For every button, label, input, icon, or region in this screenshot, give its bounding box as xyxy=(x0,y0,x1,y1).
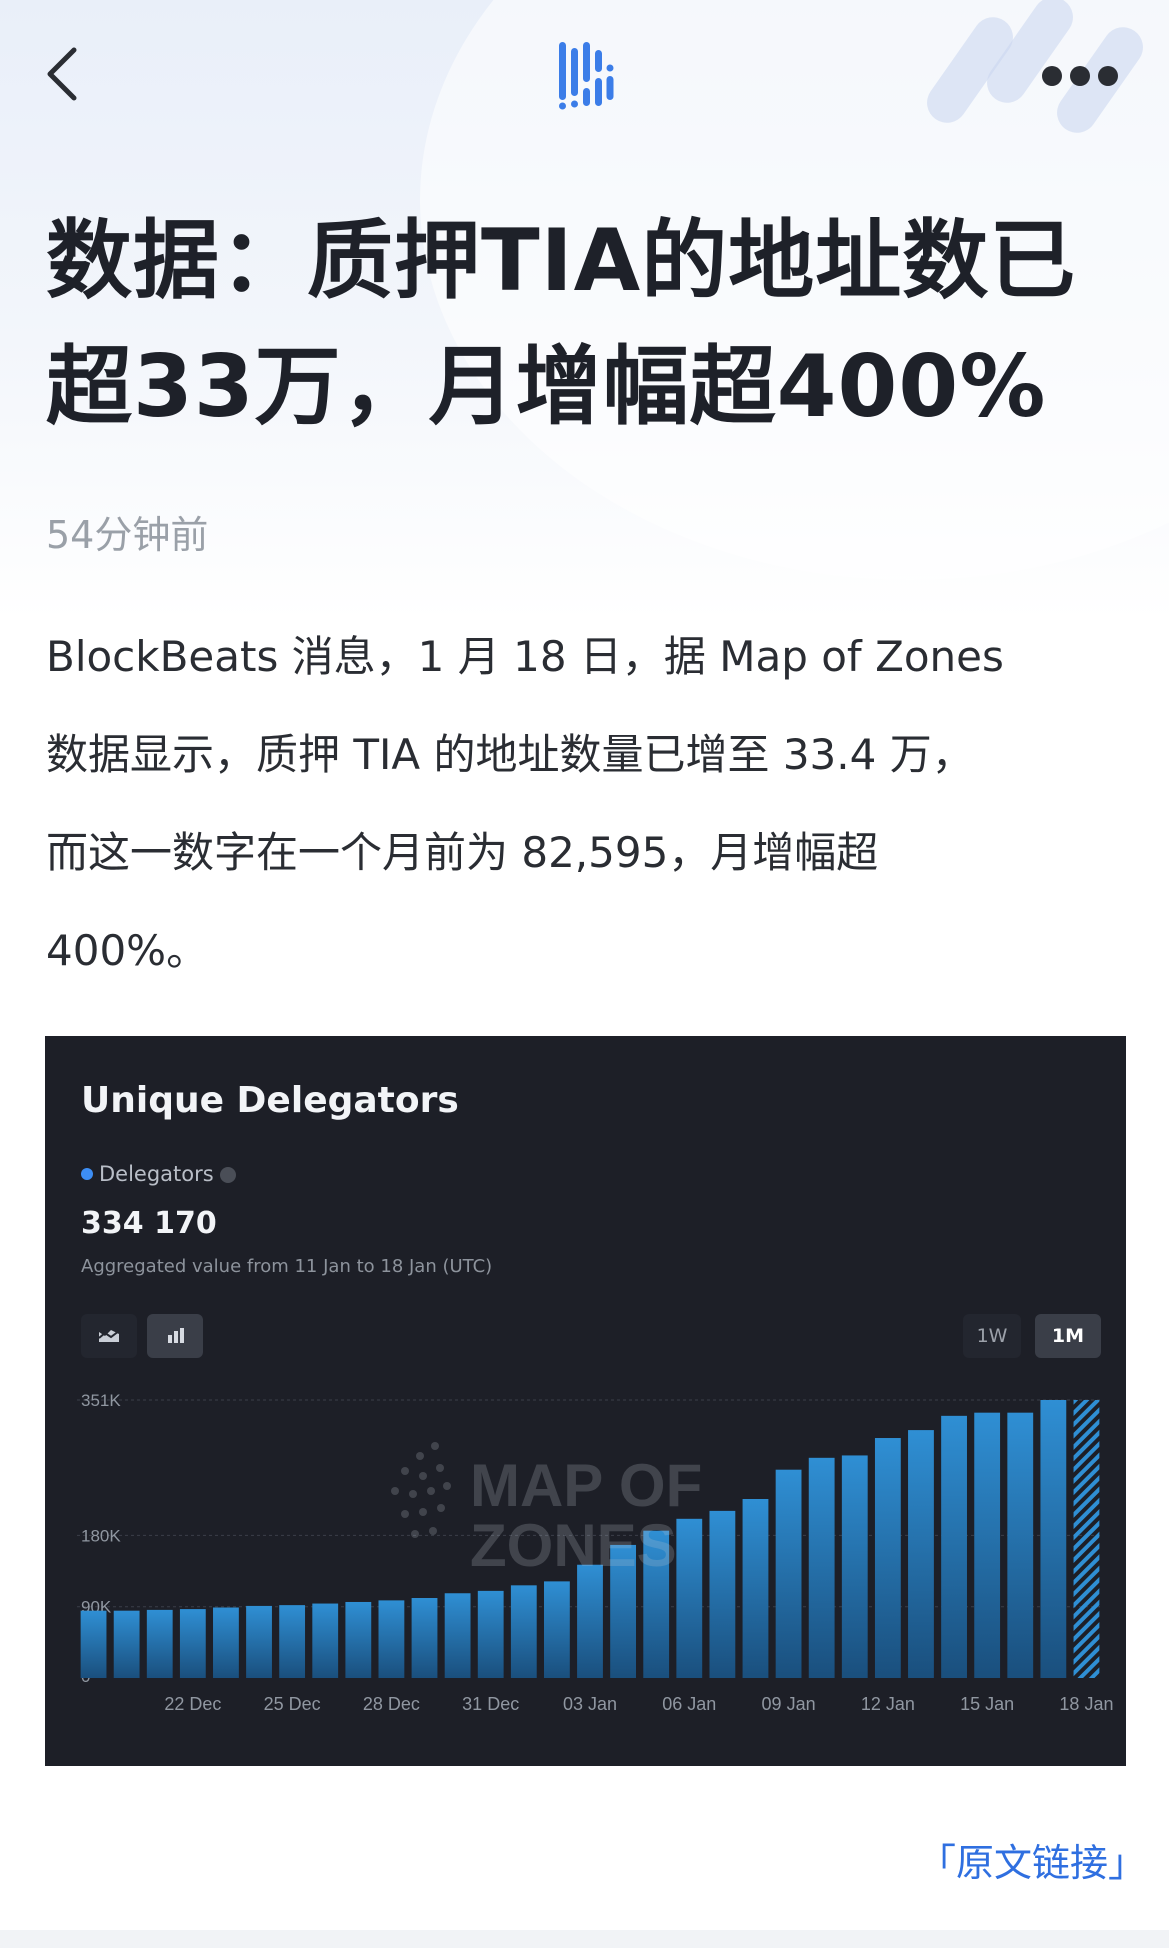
bar xyxy=(80,1610,107,1678)
x-tick-label: 12 Jan xyxy=(861,1694,915,1714)
bar xyxy=(113,1610,140,1678)
legend-label: Delegators xyxy=(99,1162,214,1186)
bar xyxy=(444,1593,471,1678)
more-dots-icon xyxy=(1042,66,1118,86)
bar xyxy=(510,1585,537,1678)
footer-strip xyxy=(0,1930,1169,1948)
bar xyxy=(577,1564,603,1678)
bar xyxy=(246,1605,272,1678)
bar xyxy=(279,1605,306,1678)
bar xyxy=(676,1518,703,1678)
watermark-dot xyxy=(411,1530,419,1538)
body-line-4: 400%。 xyxy=(46,926,209,975)
x-tick-label: 09 Jan xyxy=(762,1694,816,1714)
area-chart-toggle[interactable] xyxy=(81,1314,137,1358)
bar xyxy=(775,1469,802,1678)
area-chart-icon xyxy=(98,1330,120,1342)
bar xyxy=(213,1607,239,1678)
blockbeats-logo-icon xyxy=(555,40,615,112)
bar xyxy=(378,1600,405,1678)
more-button[interactable] xyxy=(1038,56,1122,96)
delegators-value: 334 170 xyxy=(81,1206,217,1241)
body-line-3: 而这一数字在一个月前为 82,595，月增幅超 xyxy=(46,828,879,877)
back-button[interactable] xyxy=(40,44,90,104)
x-tick-label: 18 Jan xyxy=(1059,1694,1113,1714)
article-title: 数据：质押TIA的地址数已 超33万，月增幅超400% xyxy=(46,198,1136,450)
watermark-text: ZONES xyxy=(470,1512,677,1579)
bar xyxy=(1073,1400,1100,1678)
x-tick-label: 28 Dec xyxy=(363,1694,420,1714)
watermark-dot xyxy=(429,1527,437,1535)
x-tick-label: 03 Jan xyxy=(563,1694,617,1714)
bar xyxy=(1007,1412,1034,1678)
bar-chart: 090K180K351KMAP OFZONES22 Dec25 Dec28 De… xyxy=(77,1391,1113,1714)
article-body: BlockBeats 消息，1 月 18 日，据 Map of Zones 数据… xyxy=(46,608,1136,1000)
title-line-1: 数据：质押TIA的地址数已 xyxy=(46,211,1077,311)
watermark-dot xyxy=(431,1442,439,1450)
x-tick-label: 22 Dec xyxy=(164,1694,221,1714)
chart-title: Unique Delegators xyxy=(81,1080,459,1121)
bar xyxy=(808,1457,835,1678)
watermark-dot xyxy=(401,1510,409,1518)
bar xyxy=(1040,1400,1067,1678)
range-1m-button[interactable]: 1M xyxy=(1035,1314,1101,1358)
watermark-dot xyxy=(416,1452,424,1460)
watermark-dot xyxy=(427,1487,435,1495)
bar xyxy=(742,1499,769,1678)
chart-image: 090K180K351KMAP OFZONES22 Dec25 Dec28 De… xyxy=(45,1036,1126,1766)
bar xyxy=(345,1601,372,1678)
bar-chart-icon xyxy=(168,1328,184,1343)
bar xyxy=(841,1455,868,1678)
bar xyxy=(908,1430,934,1678)
x-tick-label: 06 Jan xyxy=(662,1694,716,1714)
publish-time: 54分钟前 xyxy=(46,513,209,557)
watermark: MAP OFZONES xyxy=(391,1442,702,1579)
bar xyxy=(709,1510,736,1678)
bar xyxy=(941,1415,967,1678)
bar xyxy=(543,1581,570,1678)
original-link[interactable]: 「原文链接」 xyxy=(918,1832,1146,1887)
x-tick-label: 25 Dec xyxy=(264,1694,321,1714)
x-tick-label: 31 Dec xyxy=(462,1694,519,1714)
aggregated-note: Aggregated value from 11 Jan to 18 Jan (… xyxy=(81,1256,493,1277)
bar xyxy=(179,1609,206,1678)
chart-legend: Delegators xyxy=(81,1162,236,1186)
chevron-left-icon xyxy=(47,47,77,101)
body-line-2: 数据显示，质押 TIA 的地址数量已增至 33.4 万， xyxy=(46,730,974,779)
watermark-dot xyxy=(436,1464,444,1472)
title-line-2: 超33万，月增幅超400% xyxy=(46,337,1047,437)
watermark-dot xyxy=(437,1504,445,1512)
bar xyxy=(146,1609,173,1678)
watermark-dot xyxy=(391,1487,399,1495)
x-tick-label: 15 Jan xyxy=(960,1694,1014,1714)
bar xyxy=(874,1438,901,1678)
legend-dot xyxy=(81,1168,93,1180)
bar-chart-toggle[interactable] xyxy=(147,1314,203,1358)
watermark-dot xyxy=(443,1482,451,1490)
bar xyxy=(312,1603,339,1678)
bar xyxy=(477,1590,504,1678)
watermark-dot xyxy=(419,1508,427,1516)
watermark-dot xyxy=(419,1472,427,1480)
y-tick-label: 180K xyxy=(81,1526,121,1545)
body-line-1: BlockBeats 消息，1 月 18 日，据 Map of Zones xyxy=(46,632,1004,681)
help-icon xyxy=(219,1167,236,1183)
range-1w-button[interactable]: 1W xyxy=(963,1314,1021,1358)
watermark-text: MAP OF xyxy=(470,1452,702,1519)
bar xyxy=(974,1412,1001,1678)
y-tick-label: 351K xyxy=(81,1391,121,1410)
watermark-dot xyxy=(409,1490,417,1498)
bar xyxy=(411,1598,438,1678)
watermark-dot xyxy=(401,1467,409,1475)
